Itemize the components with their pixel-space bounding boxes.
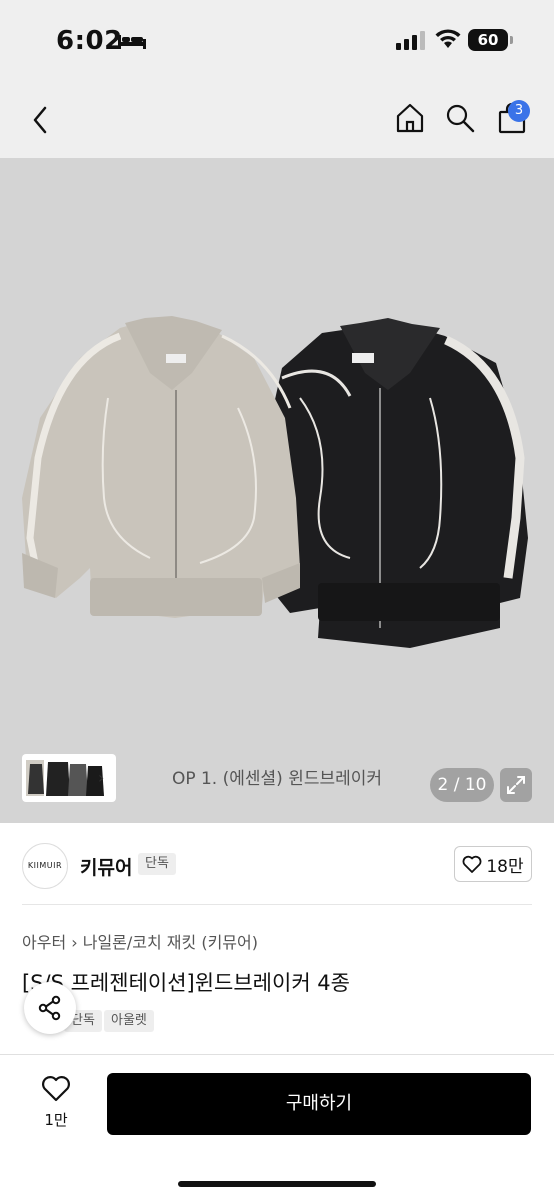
search-icon: [446, 104, 475, 133]
status-time: 6:02: [56, 26, 123, 56]
sleep-mode-icon: [118, 35, 146, 49]
wishlist-count: 1만: [44, 1111, 68, 1129]
status-bar: 6:02 60: [0, 0, 554, 80]
brand-name[interactable]: 키뮤어: [80, 853, 132, 880]
product-tag-outlet: 아울렛: [104, 1010, 154, 1032]
jacket-photo: [22, 316, 528, 648]
search-button[interactable]: [440, 98, 480, 138]
wishlist-button[interactable]: [36, 1075, 76, 1105]
wifi-icon: [435, 29, 461, 48]
home-icon: [396, 103, 424, 133]
home-button[interactable]: [390, 98, 430, 138]
share-icon: [38, 995, 61, 1021]
beige-jacket: [22, 316, 300, 618]
cellular-signal-icon: [396, 31, 425, 50]
heart-icon: [462, 855, 482, 873]
bottom-bar-divider: [0, 1054, 554, 1055]
expand-icon: [507, 776, 525, 794]
back-button[interactable]: [22, 100, 58, 140]
divider: [22, 904, 532, 905]
exclusive-tag: 단독: [138, 853, 176, 875]
brand-logo[interactable]: KIIMUIR: [22, 843, 68, 889]
product-image[interactable]: [0, 158, 554, 823]
black-jacket: [255, 318, 528, 648]
battery-tip: [510, 36, 513, 44]
image-counter: 2 / 10: [430, 768, 494, 802]
heart-icon: [42, 1076, 70, 1102]
expand-button[interactable]: [500, 768, 532, 802]
chevron-left-icon: [33, 106, 47, 134]
home-indicator: [178, 1181, 376, 1187]
brand-like-button[interactable]: 18만: [454, 846, 532, 882]
buy-button[interactable]: 구매하기: [107, 1073, 531, 1135]
category-breadcrumb[interactable]: 아우터 › 나일론/코치 재킷 (키뮤어): [22, 929, 258, 953]
top-nav: [0, 80, 554, 158]
battery-level: 60: [468, 29, 508, 51]
share-button[interactable]: [24, 982, 76, 1034]
brand-like-count: 18만: [486, 856, 524, 877]
cart-count-badge: 3: [508, 100, 530, 122]
